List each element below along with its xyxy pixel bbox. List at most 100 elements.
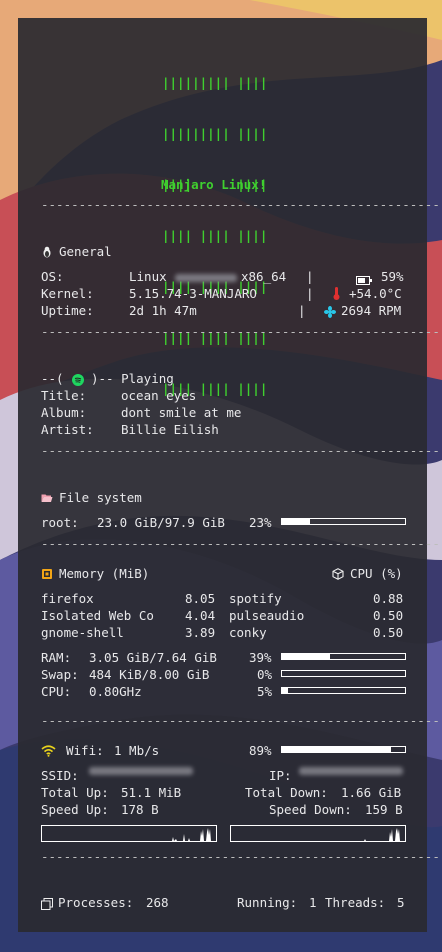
total-up-label: Total Up: — [41, 785, 109, 800]
wifi-signal-bar-fill — [282, 747, 392, 752]
logo-line: ||||||||| |||| — [162, 126, 268, 141]
album-row: Album: dont smile at me — [41, 404, 405, 421]
battery-percent: 59% — [381, 269, 404, 284]
cpu-frequency: 0.80GHz — [89, 684, 142, 699]
swap-usage: 484 KiB/8.00 GiB — [89, 667, 210, 682]
mem-process-value: 8.05 — [185, 591, 216, 606]
mem-process-name: gnome-shell — [41, 625, 124, 640]
tux-icon — [43, 246, 51, 257]
ram-usage-bar-fill — [282, 654, 330, 659]
mem-process-name: firefox — [41, 591, 94, 606]
cpu-process-name: conky — [229, 625, 267, 640]
top-process-row: gnome-shell 3.89 conky 0.50 — [41, 624, 405, 641]
redacted-text — [175, 273, 237, 282]
mem-process-name: Isolated Web Co — [41, 608, 154, 623]
artist-label: Artist: — [41, 422, 94, 437]
track-title-label: Title: — [41, 388, 87, 403]
ram-usage-bar — [281, 653, 406, 660]
processes-label: Processes: — [58, 895, 134, 910]
redacted-text — [299, 767, 403, 775]
cpu-process-name: spotify — [229, 591, 282, 606]
track-title: ocean eyes — [121, 388, 197, 403]
download-graph-plot — [231, 828, 405, 841]
os-label: OS: — [41, 269, 64, 284]
root-usage-bar — [281, 518, 406, 525]
top-process-row: firefox 8.05 spotify 0.88 — [41, 590, 405, 607]
os-arch: x86_64 — [241, 269, 287, 284]
speed-up: 178 B — [121, 802, 159, 817]
speed-down: 159 B — [365, 802, 403, 817]
fan-speed: 2694 RPM — [341, 303, 402, 318]
ip-label: IP: — [269, 768, 292, 783]
artist-name: Billie Eilish — [121, 422, 219, 437]
separator: ----------------------------------------… — [41, 324, 442, 339]
manjaro-logo: ||||||||| |||| ||||||||| |||| |||| |||| … — [162, 40, 267, 414]
distro-title: Manjaro Linux! — [161, 177, 267, 192]
processes-count: 268 — [146, 895, 169, 910]
playing-header-title: )-- Playing — [91, 371, 174, 386]
swap-label: Swap: — [41, 667, 79, 682]
running-label: Running: — [237, 895, 298, 910]
processes-row: Processes: 268 Running: 1 Threads: 5 — [41, 894, 405, 911]
root-percent: 23% — [249, 515, 272, 530]
root-usage-bar-fill — [282, 519, 311, 524]
threads-count: 5 — [397, 895, 405, 910]
speed-up-label: Speed Up: — [41, 802, 109, 817]
speed-down-label: Speed Down: — [269, 802, 352, 817]
ram-percent: 39% — [249, 650, 272, 665]
speeds-row: Speed Up: 178 B Speed Down: 159 B — [41, 801, 405, 818]
upload-graph-plot — [42, 828, 216, 841]
general-header: General — [41, 243, 112, 260]
upload-graph — [41, 825, 217, 842]
download-graph — [230, 825, 406, 842]
divider: | — [306, 286, 314, 301]
swap-percent: 0% — [257, 667, 273, 682]
top-process-row: Isolated Web Co 4.04 pulseaudio 0.50 — [41, 607, 405, 624]
ram-label: RAM: — [41, 650, 72, 665]
cpu-process-value: 0.88 — [373, 591, 404, 606]
memory-chip-icon — [42, 568, 52, 579]
divider: | — [306, 269, 314, 284]
playing-header-prefix: --( — [41, 371, 64, 386]
swap-usage-bar — [281, 670, 406, 677]
cpu-percent: 5% — [257, 684, 273, 699]
windows-stack-icon — [41, 898, 53, 910]
spotify-icon — [72, 374, 84, 386]
cpu-temperature: +54.0°C — [349, 286, 402, 301]
cpu-process-value: 0.50 — [373, 625, 404, 640]
wifi-label: Wifi: — [66, 743, 104, 758]
battery-icon — [356, 276, 372, 285]
folder-open-icon — [41, 494, 53, 502]
thermometer-icon — [333, 287, 340, 300]
fan-icon — [324, 306, 336, 318]
cpu-process-value: 0.50 — [373, 608, 404, 623]
cpu-usage-bar-fill — [282, 688, 289, 693]
memory-header: Memory (MiB) — [41, 565, 149, 582]
album-label: Album: — [41, 405, 87, 420]
divider: | — [298, 303, 306, 318]
album-name: dont smile at me — [121, 405, 242, 420]
root-label: root: — [41, 515, 79, 530]
separator: ----------------------------------------… — [41, 536, 442, 551]
separator: ----------------------------------------… — [41, 713, 442, 728]
mem-process-value: 3.89 — [185, 625, 216, 640]
separator: ----------------------------------------… — [41, 197, 442, 212]
total-down-label: Total Down: — [245, 785, 328, 800]
kernel-label: Kernel: — [41, 286, 94, 301]
wifi-icon — [41, 745, 56, 757]
total-down: 1.66 GiB — [341, 785, 402, 800]
logo-line: ||||||||| |||| — [162, 75, 268, 90]
artist-row: Artist: Billie Eilish — [41, 421, 405, 438]
totals-row: Total Up: 51.1 MiB Total Down: 1.66 GiB — [41, 784, 405, 801]
os-value: Linux — [129, 269, 167, 284]
cpu-process-name: pulseaudio — [229, 608, 305, 623]
cpu-label: CPU: — [41, 684, 72, 699]
wifi-signal-bar — [281, 746, 406, 753]
uptime-value: 2d 1h 47m — [129, 303, 197, 318]
kernel-value: 5.15.74-3-MANJARO — [129, 286, 257, 301]
memory-title: Memory (MiB) — [59, 566, 150, 581]
kernel-row: Kernel: 5.15.74-3-MANJARO | +54.0°C — [41, 285, 405, 302]
running-count: 1 — [309, 895, 317, 910]
wifi-bitrate: 1 Mb/s — [114, 743, 160, 758]
filesystem-header: File system — [41, 489, 142, 506]
